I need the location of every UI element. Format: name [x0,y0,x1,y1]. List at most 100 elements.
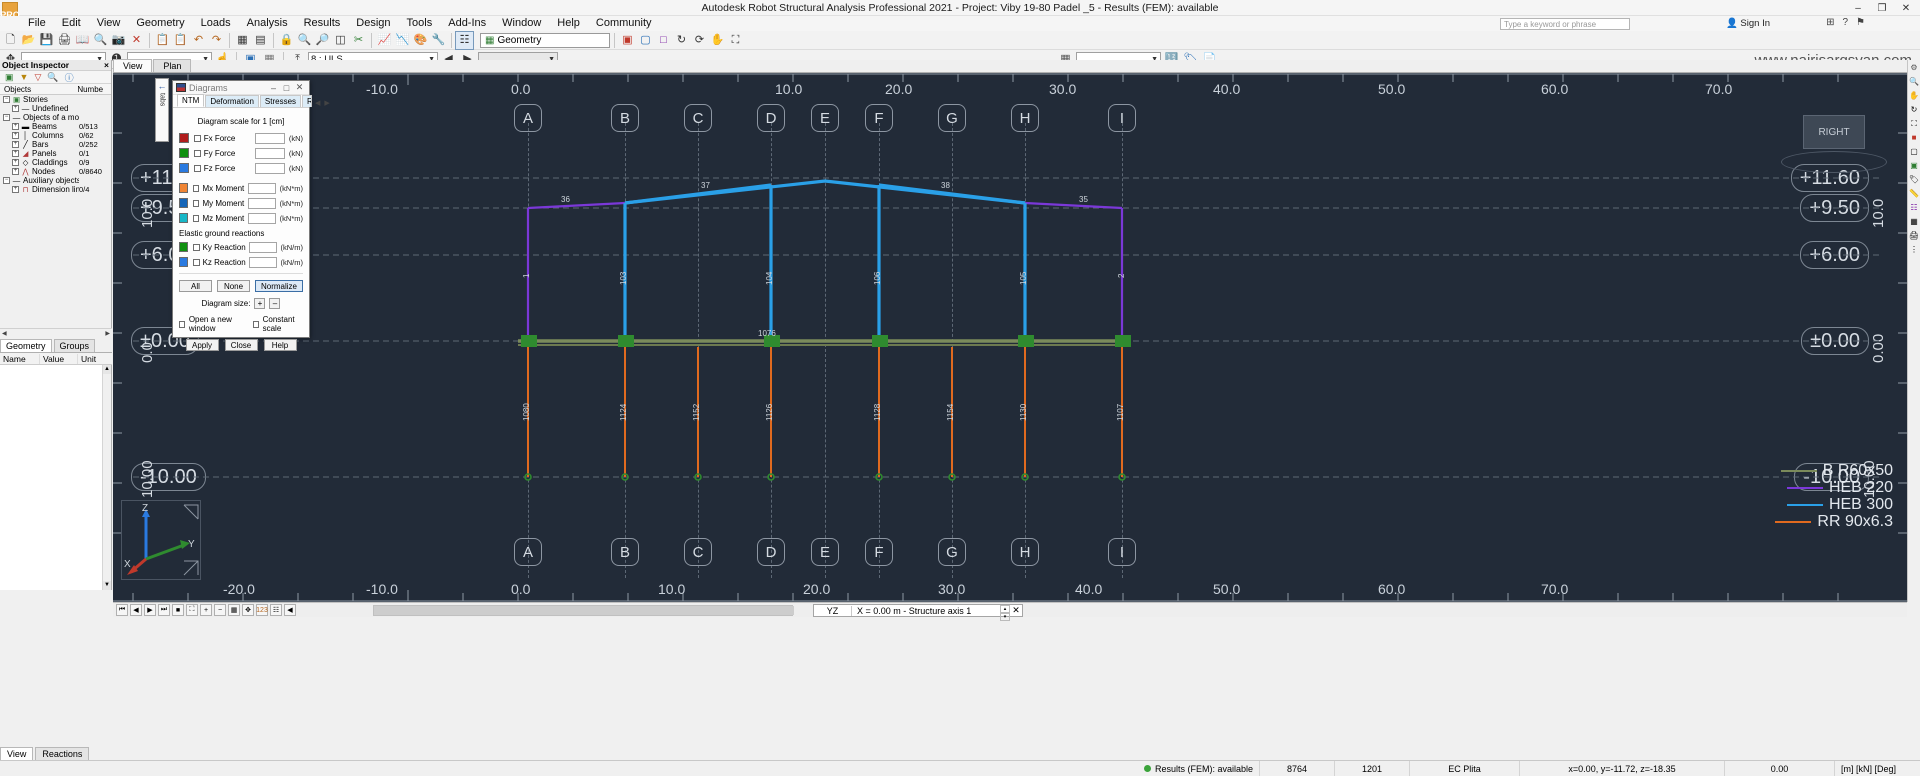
expander-icon[interactable]: + [12,105,19,112]
close-button[interactable]: ✕ [1894,1,1918,16]
tab-view-3d[interactable]: View [113,59,153,72]
my-checkbox[interactable] [193,199,200,207]
fz-checkbox[interactable] [194,164,201,172]
constant-scale-checkbox[interactable] [252,320,259,328]
spin-down-icon[interactable]: ▾ [1000,613,1010,621]
wrench-icon[interactable]: 🔧 [430,32,447,49]
table2-icon[interactable]: ▤ [252,32,269,49]
grid-icon[interactable]: ▦ [1909,216,1920,227]
render-icon[interactable]: ■ [1909,132,1920,143]
expander-icon[interactable]: + [12,132,19,139]
section-plane-close[interactable]: ✕ [1010,605,1022,616]
fy-checkbox[interactable] [194,149,201,157]
ky-scale-input[interactable] [248,241,277,253]
vs-layers-icon[interactable]: ☷ [270,604,282,616]
vs-zoomout-icon[interactable]: − [214,604,226,616]
expander-icon[interactable]: + [12,159,19,166]
lock-icon[interactable]: 🔒 [278,32,295,49]
help-icon[interactable]: ? [1842,17,1848,28]
copy-icon[interactable]: 📋 [154,32,171,49]
view-iso-icon[interactable]: ▢ [637,32,654,49]
fx-scale-input[interactable] [254,132,285,144]
search-input[interactable]: Type a keyword or phrase [1500,18,1630,30]
chart2-icon[interactable]: 📉 [394,32,411,49]
expander-icon[interactable]: + [12,150,19,157]
print-preview-icon[interactable]: 📖 [74,32,91,49]
menu-file[interactable]: File [20,16,54,31]
mz-scale-input[interactable] [248,212,276,224]
vs-zoomin-icon[interactable]: + [200,604,212,616]
new-icon[interactable]: 🗋 [2,32,19,49]
menu-community[interactable]: Community [588,16,660,31]
view-front-icon[interactable]: ▣ [619,32,636,49]
vs-zoomfit-icon[interactable]: ⛶ [186,604,198,616]
tab-ntm[interactable]: NTM [177,94,205,107]
mz-color-swatch[interactable] [179,213,189,223]
menu-window[interactable]: Window [494,16,549,31]
menu-view[interactable]: View [89,16,129,31]
print-icon[interactable]: 🖨 [56,32,73,49]
kz-checkbox[interactable] [193,258,200,266]
vs-last-icon[interactable]: ⏭ [158,604,170,616]
expander-icon[interactable]: − [3,114,10,121]
diagrams-maximize-button[interactable]: □ [280,83,293,93]
minimize-button[interactable]: – [1846,1,1870,16]
help-icon[interactable]: ⓘ [65,71,74,84]
scroll-left-icon[interactable]: ◀ [0,330,9,337]
redo-icon[interactable]: ↷ [208,32,225,49]
section-icon[interactable]: ▣ [1909,160,1920,171]
expander-icon[interactable]: + [12,186,19,193]
view-cube-base[interactable] [1781,151,1887,173]
clear-filter-icon[interactable]: ▽ [34,72,41,83]
colors-icon[interactable]: 🎨 [412,32,429,49]
save-layout-icon[interactable]: ▣ [5,72,14,83]
view-dyn-icon[interactable]: ↻ [673,32,690,49]
view-settings-icon[interactable]: ⚙ [1909,62,1920,73]
properties-vscrollbar[interactable]: ▲ ▼ [102,365,111,590]
zoom-in-icon[interactable]: 🔍 [296,32,313,49]
vs-numbers-icon[interactable]: 123 [256,604,268,616]
fx-checkbox[interactable] [194,134,201,142]
scissors-icon[interactable]: ✂ [350,32,367,49]
menu-addins[interactable]: Add-Ins [440,16,494,31]
search-icon[interactable]: 🔍 [47,72,58,83]
menu-loads[interactable]: Loads [193,16,239,31]
help-button[interactable]: Help [263,339,297,351]
chart1-icon[interactable]: 📈 [376,32,393,49]
normalize-button[interactable]: Normalize [255,280,303,292]
tree-row-bars[interactable]: + ╱ Bars 0/252 [0,140,111,149]
kz-scale-input[interactable] [248,256,277,268]
delete-icon[interactable]: ✕ [128,32,145,49]
more-icon[interactable]: ⋮ [1909,244,1920,255]
view-pan-icon[interactable]: ✋ [709,32,726,49]
vs-snap-icon[interactable]: ▦ [228,604,240,616]
tab-groups[interactable]: Groups [53,339,96,352]
fy-color-swatch[interactable] [179,148,190,158]
tab-reactions[interactable]: Reactions [302,95,313,107]
expander-icon[interactable]: + [12,123,19,130]
viewport-hscroll-thumb[interactable] [374,606,794,615]
expander-icon[interactable]: + [12,141,19,148]
tab-stresses[interactable]: Stresses [259,95,302,107]
diagrams-dialog[interactable]: Diagrams – □ ✕ NTM Deformation Stresses … [172,80,330,351]
view-fit-icon[interactable]: ⛶ [727,32,744,49]
zoom-preview-icon[interactable]: 🔍 [92,32,109,49]
tab-geometry[interactable]: Geometry [0,339,52,352]
zoom-window-icon[interactable]: 🔍 [1909,76,1920,87]
section-plane-spinner[interactable]: ▴ ▾ [1000,605,1010,621]
menu-tools[interactable]: Tools [399,16,441,31]
tree-row-beams[interactable]: + ▬ Beams 0/513 [0,122,111,131]
model-viewport[interactable]: -10.0 0.0 10.0 20.0 30.0 40.0 50.0 60.0 … [113,73,1907,602]
rotate-icon[interactable]: ↻ [1909,104,1920,115]
kz-color-swatch[interactable] [179,257,189,267]
layers-icon[interactable]: ☷ [455,30,474,50]
scroll-right-icon[interactable]: ▶ [103,330,112,337]
none-button[interactable]: None [217,280,250,292]
fz-scale-input[interactable] [254,162,285,174]
fy-scale-input[interactable] [254,147,285,159]
my-scale-input[interactable] [248,197,276,209]
scroll-up-icon[interactable]: ▲ [103,365,111,374]
open-new-window-checkbox[interactable] [179,320,185,328]
tab-deformation[interactable]: Deformation [205,95,259,107]
tree-row-objects-of-model[interactable]: − — Objects of a model [0,113,111,122]
